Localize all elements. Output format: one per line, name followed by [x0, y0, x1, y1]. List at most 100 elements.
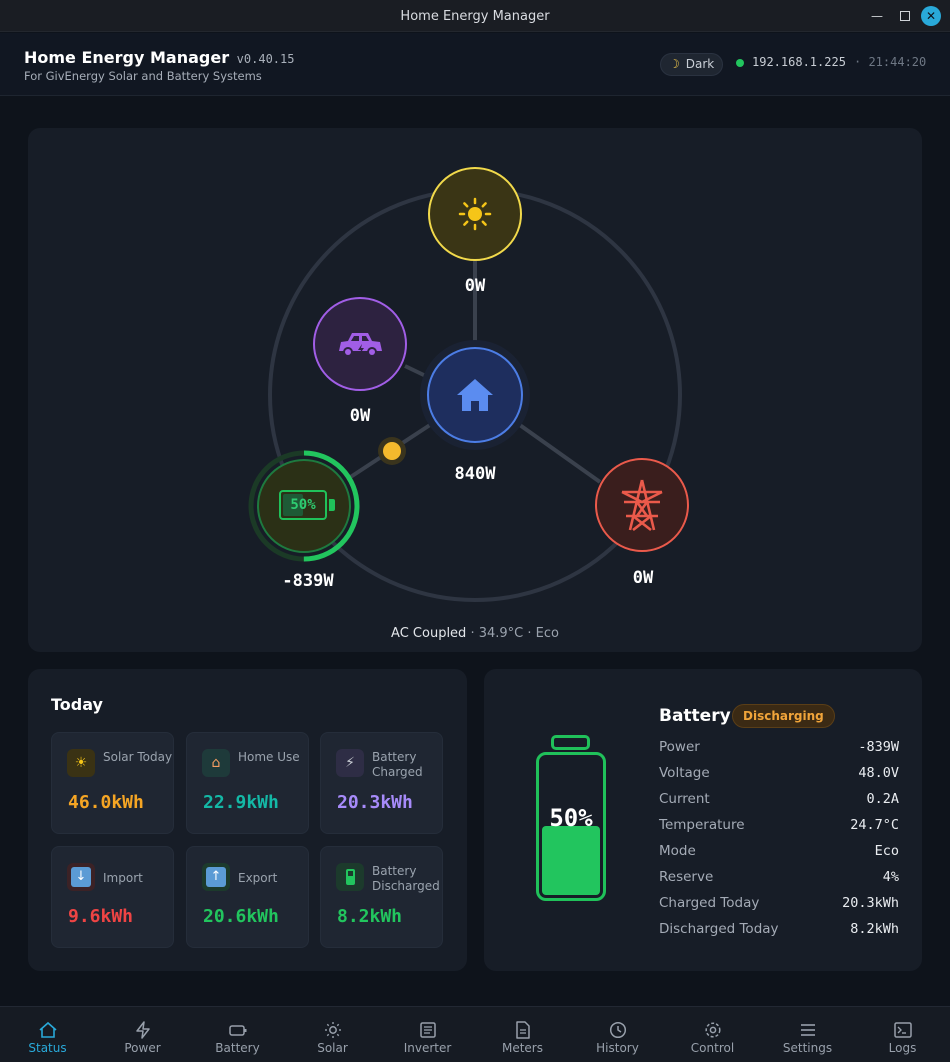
ev-node[interactable]	[313, 297, 407, 391]
inverter-status: AC Coupled · 34.9°C · Eco	[0, 626, 950, 641]
stat-value: 46.0kWh	[68, 792, 144, 813]
row-value: 8.2kWh	[850, 921, 899, 937]
stat-label: Home Use	[238, 750, 300, 764]
battery-graphic-fill	[542, 826, 600, 895]
nav-label: Control	[690, 1041, 735, 1055]
nav-item-history[interactable]: History	[570, 1007, 665, 1062]
flow-line-ev	[404, 364, 431, 380]
row-key: Voltage	[659, 765, 710, 781]
stat-label: Battery Discharged	[372, 864, 440, 893]
pylon-icon	[621, 479, 663, 532]
nav-label: Battery	[215, 1041, 260, 1055]
battery-row-mode: Mode Eco	[659, 843, 899, 863]
gear-icon	[704, 1022, 721, 1038]
row-key: Temperature	[659, 817, 745, 833]
nav-label: Power	[124, 1041, 161, 1055]
battery-soc-label: 50%	[549, 804, 593, 832]
stat-label: Solar Today	[103, 750, 173, 764]
up-arrow-icon: ↑	[202, 863, 230, 891]
grid-power-value: 0W	[632, 568, 654, 588]
battery-row-discharged-today: Discharged Today 8.2kWh	[659, 921, 899, 941]
stat-battery-charged: ⚡ Battery Charged 20.3kWh	[320, 732, 443, 834]
stat-label: Battery Charged	[372, 750, 423, 779]
sun-icon: ☀	[67, 749, 95, 777]
row-value: -839W	[858, 739, 899, 755]
nav-item-solar[interactable]: Solar	[285, 1007, 380, 1062]
nav-item-control[interactable]: Control	[665, 1007, 760, 1062]
today-title: Today	[51, 695, 103, 714]
nav-item-inverter[interactable]: Inverter	[380, 1007, 475, 1062]
inverter-detail: · 34.9°C · Eco	[470, 626, 559, 641]
battery-power-value: -839W	[282, 571, 334, 591]
nav-item-logs[interactable]: Logs	[855, 1007, 950, 1062]
home-power-value: 840W	[454, 464, 496, 484]
down-arrow-icon: ↓	[67, 863, 95, 891]
grid-node[interactable]	[595, 458, 689, 552]
house-icon: ⌂	[202, 749, 230, 777]
row-value: 24.7°C	[850, 817, 899, 833]
row-key: Power	[659, 739, 700, 755]
nav-label: Inverter	[403, 1041, 452, 1055]
row-value: 0.2A	[866, 791, 899, 807]
nav-item-battery[interactable]: Battery	[190, 1007, 285, 1062]
battery-title: Battery	[659, 706, 731, 726]
nav-label: Solar	[317, 1041, 348, 1055]
plug-icon: ⚡	[336, 749, 364, 777]
row-key: Current	[659, 791, 710, 807]
battery-row-current: Current 0.2A	[659, 791, 899, 811]
battery-row-power: Power -839W	[659, 739, 899, 759]
clock-icon	[609, 1021, 626, 1039]
inverter-icon	[419, 1022, 436, 1038]
stat-solar-today: ☀ Solar Today 46.0kWh	[51, 732, 174, 834]
battery-row-temperature: Temperature 24.7°C	[659, 817, 899, 837]
house-icon	[457, 379, 493, 411]
nav-label: History	[596, 1041, 639, 1055]
inverter-type: AC Coupled	[391, 626, 467, 641]
nav-label: Meters	[501, 1041, 543, 1055]
nav-label: Settings	[782, 1041, 833, 1055]
stat-battery-discharged: Battery Discharged 8.2kWh	[320, 846, 443, 948]
solar-power-value: 0W	[464, 276, 486, 296]
battery-icon	[336, 863, 364, 891]
car-icon	[339, 333, 382, 357]
battery-row-voltage: Voltage 48.0V	[659, 765, 899, 785]
stat-label: Export	[238, 871, 278, 885]
stat-value: 20.3kWh	[337, 792, 413, 813]
bottom-nav: Status Power Battery Solar Inverter Mete…	[0, 1006, 950, 1062]
terminal-icon	[893, 1022, 912, 1038]
battery-graphic-cap	[551, 735, 590, 750]
battery-row-charged-today: Charged Today 20.3kWh	[659, 895, 899, 915]
sun-icon	[458, 197, 492, 231]
bolt-icon	[135, 1021, 150, 1039]
row-value: Eco	[874, 843, 899, 859]
row-value: 20.3kWh	[842, 895, 899, 911]
home-node[interactable]	[427, 347, 523, 443]
row-key: Reserve	[659, 869, 714, 885]
flow-direction-dot	[383, 442, 401, 460]
nav-label: Status	[28, 1041, 67, 1055]
menu-icon	[800, 1024, 815, 1036]
sun-icon	[324, 1022, 341, 1038]
battery-node-soc: 50%	[290, 497, 316, 513]
meter-icon	[515, 1021, 530, 1039]
stat-value: 9.6kWh	[68, 906, 134, 927]
row-key: Discharged Today	[659, 921, 779, 937]
nav-item-settings[interactable]: Settings	[760, 1007, 855, 1062]
ev-power-value: 0W	[349, 406, 371, 426]
stat-value: 22.9kWh	[203, 792, 279, 813]
stat-export: ↑ Export 20.6kWh	[186, 846, 309, 948]
stat-label: Import	[103, 871, 143, 885]
stat-home-use: ⌂ Home Use 22.9kWh	[186, 732, 309, 834]
stat-value: 8.2kWh	[337, 906, 403, 927]
stat-value: 20.6kWh	[203, 906, 279, 927]
nav-label: Logs	[888, 1041, 917, 1055]
nav-item-power[interactable]: Power	[95, 1007, 190, 1062]
stat-import: ↓ Import 9.6kWh	[51, 846, 174, 948]
solar-node[interactable]	[428, 167, 522, 261]
nav-item-meters[interactable]: Meters	[475, 1007, 570, 1062]
row-value: 4%	[882, 869, 899, 885]
nav-item-status[interactable]: Status	[0, 1007, 95, 1062]
home-icon	[38, 1021, 57, 1038]
battery-row-reserve: Reserve 4%	[659, 869, 899, 889]
battery-node-icon: 50%	[279, 490, 327, 520]
